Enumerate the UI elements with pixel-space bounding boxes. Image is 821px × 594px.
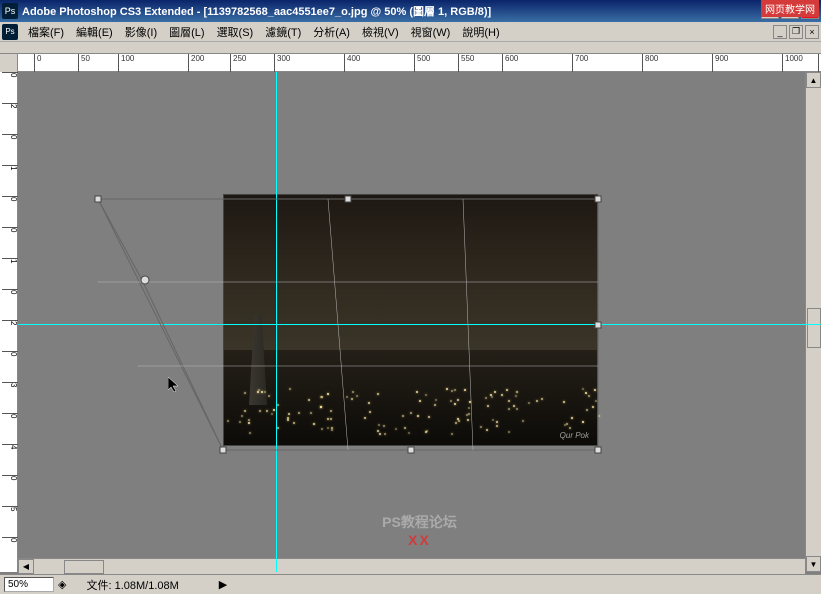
h-ruler-tick: 500 (414, 54, 430, 72)
v-ruler-tick: 0 (2, 134, 18, 139)
image-city-region (224, 350, 597, 445)
horizontal-scrollbar[interactable]: ◀ (18, 558, 805, 574)
v-ruler-tick: 0 (2, 475, 18, 480)
transform-handle-tl[interactable] (95, 196, 101, 202)
ps-doc-icon[interactable]: Ps (2, 24, 18, 40)
h-ruler-tick: 600 (502, 54, 518, 72)
transform-handle-ml[interactable] (141, 276, 149, 284)
v-ruler-tick: 1 (2, 258, 18, 263)
h-ruler-tick: 100 (118, 54, 134, 72)
watermark-text-1: PS教程论坛 (382, 512, 457, 532)
menu-file[interactable]: 檔案(F) (22, 22, 70, 42)
transform-handle-bl[interactable] (220, 447, 226, 453)
statusbar: 50% ◈ 文件: 1.08M/1.08M ▶ (0, 574, 821, 594)
menu-layer[interactable]: 圖層(L) (163, 22, 210, 42)
scroll-down-button[interactable]: ▼ (806, 556, 821, 572)
city-lights (224, 385, 597, 435)
v-ruler-tick: 5 (2, 506, 18, 511)
vertical-ruler[interactable]: 0 2 0 1 0 0 1 0 2 0 3 0 4 0 5 0 (0, 72, 18, 572)
menu-filter[interactable]: 濾鏡(T) (259, 22, 307, 42)
v-ruler-tick: 0 (2, 72, 18, 77)
h-ruler-tick: 800 (642, 54, 658, 72)
h-ruler-tick: 50 (78, 54, 90, 72)
transform-handle-bm[interactable] (408, 447, 414, 453)
v-ruler-tick: 0 (2, 351, 18, 356)
menu-view[interactable]: 檢視(V) (356, 22, 405, 42)
menu-analyze[interactable]: 分析(A) (307, 22, 356, 42)
horizontal-ruler[interactable]: 0 50 100 200 250 300 400 500 550 600 700 800 900 1000… (0, 54, 821, 72)
h-scroll-thumb[interactable] (64, 560, 104, 574)
h-ruler-tick: 1000 (782, 54, 803, 72)
v-ruler-tick: 2 (2, 103, 18, 108)
doc-window-controls: _ ❐ × (773, 25, 819, 39)
menu-window[interactable]: 視窗(W) (405, 22, 457, 42)
doc-minimize-button[interactable]: _ (773, 25, 787, 39)
watermark-text-2: XX (382, 532, 457, 548)
status-menu-arrow-icon[interactable]: ▶ (219, 578, 227, 591)
h-ruler-tick: 700 (572, 54, 588, 72)
status-nav-icon[interactable]: ◈ (58, 578, 66, 591)
scroll-left-button[interactable]: ◀ (18, 559, 34, 574)
file-size-info: 文件: 1.08M/1.08M (86, 577, 178, 593)
h-ruler-tick: 250 (230, 54, 246, 72)
horizontal-guide[interactable] (18, 324, 821, 325)
options-bar (0, 42, 821, 54)
menu-help[interactable]: 說明(H) (456, 22, 505, 42)
h-ruler-ticks: 0 50 100 200 250 300 400 500 550 600 700 800 900 1000… (18, 54, 821, 71)
v-ruler-tick: 2 (2, 320, 18, 325)
h-ruler-tick: 900 (712, 54, 728, 72)
titlebar: Ps Adobe Photoshop CS3 Extended - [11397… (0, 0, 821, 22)
transform-edge (142, 280, 223, 450)
bottom-watermark: PS教程论坛 XX (382, 512, 457, 548)
doc-restore-button[interactable]: ❐ (789, 25, 803, 39)
vertical-scrollbar[interactable]: ▲ ▼ (805, 72, 821, 572)
window-title: Adobe Photoshop CS3 Extended - [11397825… (22, 3, 761, 19)
v-ruler-tick: 1 (2, 165, 18, 170)
v-ruler-tick: 0 (2, 413, 18, 418)
watermark-badge: 网页教学网 (761, 0, 819, 17)
vertical-guide[interactable] (276, 72, 277, 572)
ps-app-icon: Ps (2, 3, 18, 19)
v-scroll-thumb[interactable] (807, 308, 821, 348)
zoom-level-input[interactable]: 50% (4, 577, 54, 592)
v-ruler-tick: 0 (2, 196, 18, 201)
v-ruler-tick: 3 (2, 382, 18, 387)
v-ruler-tick: 4 (2, 444, 18, 449)
v-ruler-tick: 0 (2, 289, 18, 294)
menu-select[interactable]: 選取(S) (211, 22, 260, 42)
h-ruler-tick: 400 (344, 54, 360, 72)
image-sky-region (224, 195, 597, 350)
menu-image[interactable]: 影像(I) (119, 22, 163, 42)
ruler-origin-corner[interactable] (0, 54, 18, 72)
h-ruler-tick: 550 (458, 54, 474, 72)
v-ruler-tick: 0 (2, 537, 18, 542)
h-ruler-tick: 0 (34, 54, 41, 72)
transform-handle-br[interactable] (595, 447, 601, 453)
menu-edit[interactable]: 編輯(E) (70, 22, 119, 42)
cursor-icon (168, 377, 184, 393)
image-signature: Qur Pok (560, 431, 589, 440)
transform-edge (98, 199, 142, 280)
menubar: Ps 檔案(F) 編輯(E) 影像(I) 圖層(L) 選取(S) 濾鏡(T) 分… (0, 22, 821, 42)
scroll-up-button[interactable]: ▲ (806, 72, 821, 88)
document-image[interactable]: Qur Pok (223, 194, 598, 446)
v-ruler-tick: 0 (2, 227, 18, 232)
h-ruler-tick: 200 (188, 54, 204, 72)
canvas-area[interactable]: Qur Pok PS教程论坛 XX (18, 72, 821, 572)
doc-close-button[interactable]: × (805, 25, 819, 39)
h-ruler-tick: 300 (274, 54, 290, 72)
